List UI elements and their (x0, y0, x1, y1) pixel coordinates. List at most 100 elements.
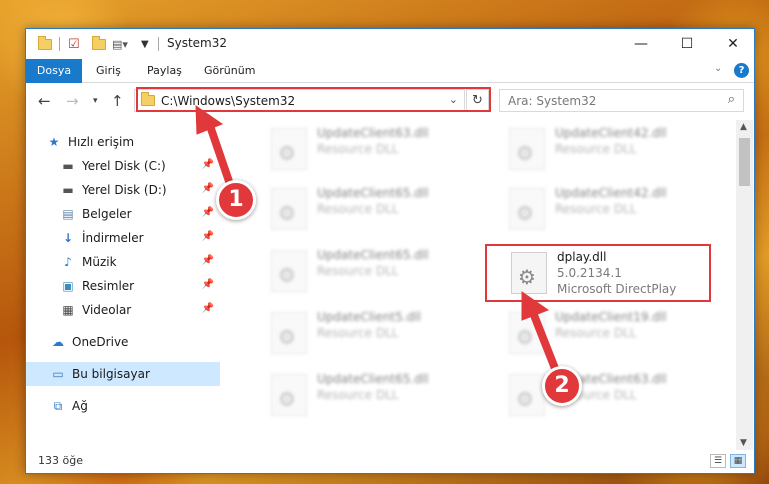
file-tile[interactable]: ⚙ UpdateClient42.dll Resource DLL (509, 182, 729, 236)
pin-icon[interactable]: 📌 (202, 231, 214, 242)
vertical-scrollbar[interactable]: ▲ ▼ (736, 120, 753, 450)
nav-item-label: Belgeler (82, 207, 132, 221)
quick-access-toolbar (38, 35, 52, 52)
file-tile[interactable]: ⚙ UpdateClient65.dll Resource DLL (271, 368, 491, 422)
nav-item-label: Videolar (82, 303, 132, 317)
tab-paylas[interactable]: Paylaş (137, 59, 192, 83)
nav-item-this-pc[interactable]: ▭ Bu bilgisayar (26, 362, 220, 386)
divider (59, 37, 60, 51)
tiles-view-icon[interactable]: ▦ (730, 454, 746, 468)
file-name: UpdateClient19.dll (555, 310, 667, 324)
help-icon[interactable]: ? (734, 63, 749, 78)
dll-file-icon: ⚙ (271, 128, 307, 170)
file-type: Resource DLL (317, 202, 399, 216)
file-name: UpdateClient65.dll (317, 248, 429, 262)
file-name: UpdateClient42.dll (555, 186, 667, 200)
file-tile[interactable]: ⚙ UpdateClient65.dll Resource DLL (271, 182, 491, 236)
nav-item-network[interactable]: ⧉ Ağ (26, 394, 220, 418)
file-type: Resource DLL (555, 142, 637, 156)
nav-item-label: Ağ (72, 399, 88, 413)
dll-file-icon: ⚙ (509, 312, 545, 354)
pin-icon[interactable]: 📌 (202, 183, 214, 194)
dll-file-icon: ⚙ (509, 188, 545, 230)
back-arrow-icon[interactable]: ← (38, 92, 51, 110)
tab-giris[interactable]: Giriş (86, 59, 131, 83)
file-name: UpdateClient5.dll (317, 310, 421, 324)
window-title: System32 (167, 36, 228, 50)
nav-item-local-disk-d[interactable]: ▬ Yerel Disk (D:) 📌 (26, 178, 220, 202)
toolbar-dropdown-icon[interactable]: ▼ (141, 36, 149, 52)
nav-item-onedrive[interactable]: ☁ OneDrive (26, 330, 220, 354)
file-tile[interactable]: ⚙ UpdateClient42.dll Resource DLL (509, 122, 729, 176)
nav-item-videos[interactable]: ▦ Videolar 📌 (26, 298, 220, 322)
dll-file-icon: ⚙ (509, 128, 545, 170)
pictures-icon: ▣ (62, 279, 74, 293)
folder-icon (38, 35, 52, 50)
tab-dosya[interactable]: Dosya (26, 59, 82, 83)
dll-file-icon: ⚙ (271, 188, 307, 230)
divider (158, 37, 159, 51)
nav-item-label: Hızlı erişim (68, 135, 135, 149)
scroll-down-icon[interactable]: ▼ (740, 438, 747, 448)
nav-item-documents[interactable]: ▤ Belgeler 📌 (26, 202, 220, 226)
minimize-button[interactable]: — (618, 29, 664, 59)
properties-icon[interactable]: ☑ (68, 36, 80, 52)
dplay-file-highlight (485, 244, 711, 302)
file-type: Resource DLL (555, 326, 637, 340)
navigation-pane: ★ Hızlı erişim ▬ Yerel Disk (C:) 📌 ▬ Yer… (26, 120, 220, 450)
recent-locations-chevron-icon[interactable]: ▾ (93, 96, 98, 106)
file-tile[interactable]: ⚙ UpdateClient5.dll Resource DLL (271, 306, 491, 360)
video-icon: ▦ (62, 303, 74, 317)
search-icon[interactable]: ⌕ (728, 92, 735, 107)
file-name: UpdateClient63.dll (317, 126, 429, 140)
nav-item-quick-access[interactable]: ★ Hızlı erişim (26, 130, 220, 154)
nav-item-local-disk-c[interactable]: ▬ Yerel Disk (C:) 📌 (26, 154, 220, 178)
file-tile[interactable]: ⚙ UpdateClient63.dll Resource DLL (271, 122, 491, 176)
dll-file-icon: ⚙ (271, 374, 307, 416)
file-name: UpdateClient65.dll (317, 186, 429, 200)
nav-item-label: Resimler (82, 279, 135, 293)
step-1-badge: 1 (216, 180, 256, 220)
file-name: UpdateClient65.dll (317, 372, 429, 386)
pin-icon[interactable]: 📌 (202, 255, 214, 266)
drive-icon: ▬ (62, 159, 74, 173)
nav-item-pictures[interactable]: ▣ Resimler 📌 (26, 274, 220, 298)
file-type: Resource DLL (555, 202, 637, 216)
nav-item-label: Yerel Disk (D:) (82, 183, 167, 197)
pin-icon[interactable]: 📌 (202, 279, 214, 290)
music-icon: ♪ (64, 255, 72, 269)
tab-gorunum[interactable]: Görünüm (194, 59, 265, 83)
document-icon: ▤ (62, 207, 74, 221)
nav-item-music[interactable]: ♪ Müzik 📌 (26, 250, 220, 274)
dll-file-icon: ⚙ (271, 250, 307, 292)
file-type: Resource DLL (317, 326, 399, 340)
nav-item-label: Bu bilgisayar (72, 367, 150, 381)
pin-icon[interactable]: 📌 (202, 159, 214, 170)
scroll-up-icon[interactable]: ▲ (740, 122, 747, 132)
nav-item-downloads[interactable]: ↓ İndirmeler 📌 (26, 226, 220, 250)
chevron-down-icon[interactable]: ⌄ (714, 63, 722, 74)
new-folder-icon[interactable] (92, 35, 106, 52)
file-tile[interactable]: ⚙ UpdateClient19.dll Resource DLL (509, 306, 729, 360)
ribbon-tabs: Dosya Giriş Paylaş Görünüm ⌄ ? (26, 59, 754, 83)
scroll-thumb[interactable] (739, 138, 750, 186)
step-2-badge: 2 (542, 366, 582, 406)
file-name: UpdateClient42.dll (555, 126, 667, 140)
customize-toolbar-icon[interactable]: ▤▾ (112, 36, 128, 52)
search-placeholder: Ara: System32 (508, 94, 597, 108)
download-icon: ↓ (62, 231, 74, 245)
forward-arrow-icon[interactable]: → (66, 92, 79, 110)
dll-file-icon: ⚙ (271, 312, 307, 354)
up-arrow-icon[interactable]: ↑ (111, 92, 124, 110)
pin-icon[interactable]: 📌 (202, 303, 214, 314)
address-bar-highlight (136, 87, 491, 112)
maximize-button[interactable]: ☐ (664, 29, 710, 59)
details-view-icon[interactable]: ☰ (710, 454, 726, 468)
search-input[interactable]: Ara: System32 ⌕ (499, 89, 744, 112)
nav-item-label: Yerel Disk (C:) (82, 159, 166, 173)
dll-file-icon: ⚙ (509, 374, 545, 416)
file-tile[interactable]: ⚙ UpdateClient65.dll Resource DLL (271, 244, 491, 298)
pin-icon[interactable]: 📌 (202, 207, 214, 218)
close-button[interactable]: ✕ (710, 29, 756, 59)
file-tile[interactable]: ⚙ UpdateClient63.dll Resource DLL (509, 368, 729, 422)
